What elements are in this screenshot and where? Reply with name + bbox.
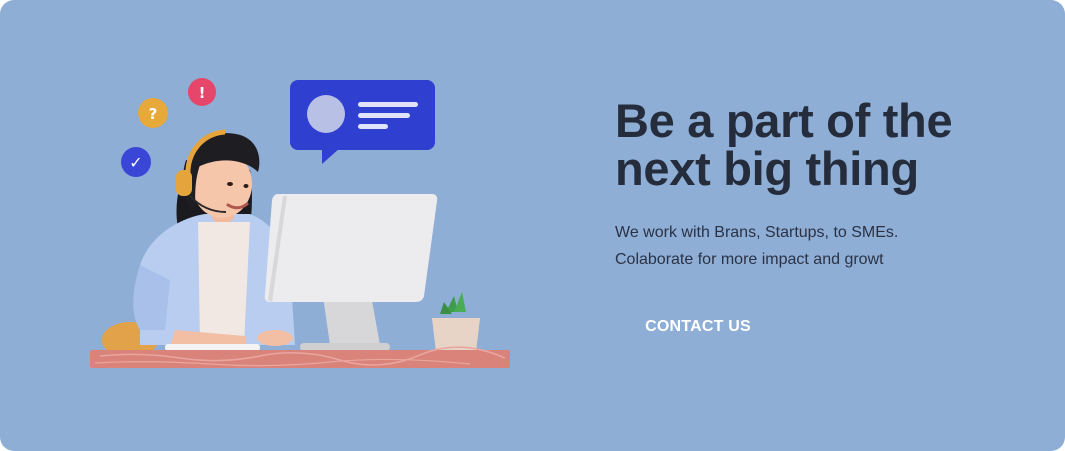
- exclamation-icon: !: [188, 78, 216, 106]
- support-agent-illustration: ✓ ? !: [90, 78, 510, 368]
- contact-us-button[interactable]: CONTACT US: [618, 309, 778, 345]
- desk: [90, 346, 510, 368]
- hero-headline: Be a part of the next big thing: [615, 94, 953, 195]
- potted-plant: [432, 292, 480, 352]
- hero-description-line2: Colaborate for more impact and growt: [615, 251, 884, 268]
- svg-text:✓: ✓: [129, 153, 142, 172]
- keyboard: [165, 344, 260, 351]
- svg-text:!: !: [199, 84, 206, 102]
- hero-banner: ✓ ? ! Be a part of the next big thing We…: [0, 0, 1065, 451]
- check-icon: ✓: [121, 147, 151, 177]
- svg-text:?: ?: [149, 105, 158, 123]
- hero-description: We work with Brans, Startups, to SMEs. C…: [615, 219, 1035, 273]
- hero-description-line1: We work with Brans, Startups, to SMEs.: [615, 224, 899, 241]
- chat-bubble-icon: [290, 80, 435, 164]
- question-icon: ?: [138, 98, 168, 128]
